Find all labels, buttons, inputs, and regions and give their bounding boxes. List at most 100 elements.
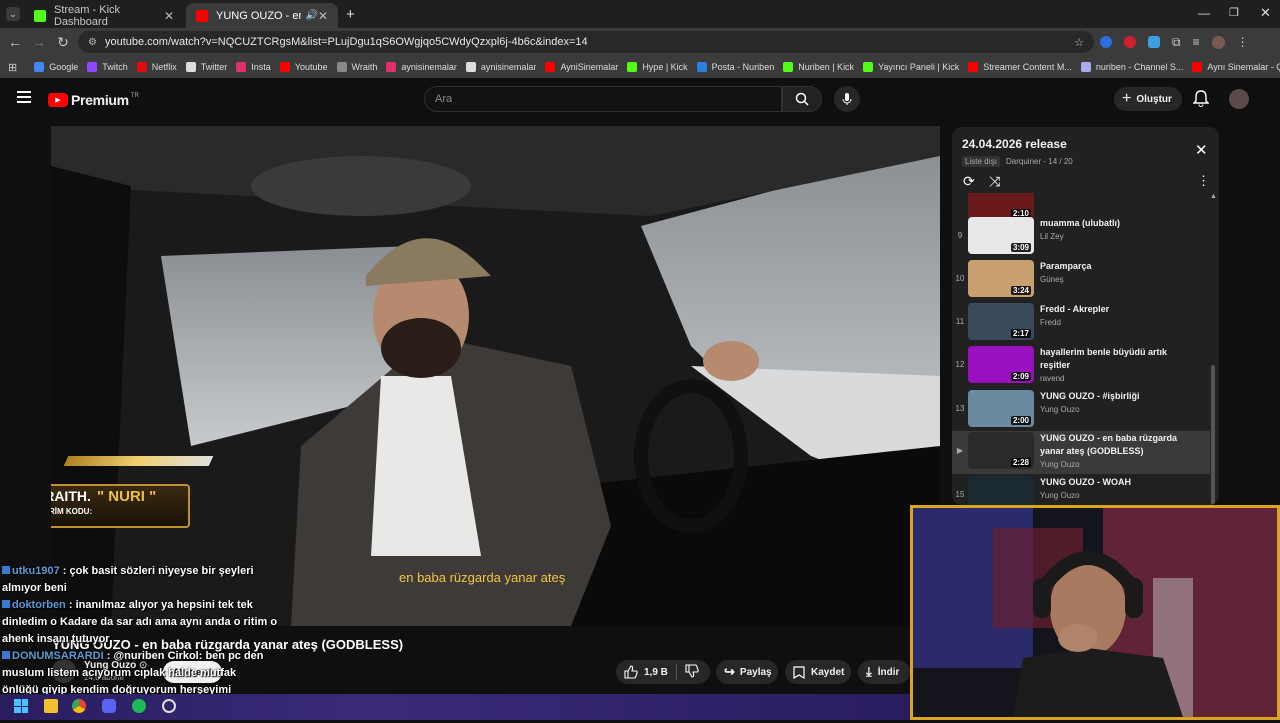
playlist-item-title: muamma (ulubatlı) [1040, 218, 1121, 228]
search-button[interactable] [782, 86, 822, 112]
thumbnail[interactable]: 2:00 [968, 390, 1034, 427]
new-tab-button[interactable]: + [346, 6, 355, 23]
bookmark-item[interactable]: Youtube [279, 62, 328, 72]
dislike-button[interactable] [685, 663, 699, 681]
scroll-up-icon[interactable]: ▲ [1210, 193, 1217, 200]
unlisted-badge: Liste dışı [962, 156, 1001, 167]
like-button[interactable]: 1,9 B [616, 665, 668, 679]
bookmark-item[interactable]: Aynı Sinemalar - Ça... [1192, 62, 1280, 72]
youtube-premium-logo[interactable]: ▶ Premium TR [48, 92, 139, 108]
bookmark-favicon-icon [34, 62, 45, 72]
thumbnail[interactable]: 2:09 [968, 346, 1034, 383]
reload-button[interactable]: ↻ [52, 31, 74, 53]
bookmark-item[interactable]: aynisinemalar [465, 62, 537, 72]
tab-search-icon[interactable]: ⌄ [6, 7, 20, 21]
bookmark-item[interactable]: Nuriben | Kick [783, 62, 854, 72]
more-options-icon[interactable]: ⋮ [1197, 173, 1210, 189]
close-icon[interactable]: ✕ [318, 9, 328, 23]
close-icon[interactable]: ✕ [164, 9, 174, 23]
bookmark-item[interactable]: Google [34, 62, 78, 72]
tab-kick-dashboard[interactable]: Stream - Kick Dashboard ✕ [24, 3, 184, 28]
voice-search-button[interactable] [834, 86, 860, 112]
shield-icon[interactable] [1148, 36, 1160, 48]
playlist-item-channel: Yung Ouzo [1040, 405, 1080, 414]
playlist-scrollbar[interactable] [1211, 365, 1215, 505]
bookmark-item[interactable]: Twitch [87, 62, 128, 72]
chat-message: : inanılmaz alıyor ya hepsini tek tek [68, 599, 253, 611]
address-bar[interactable]: ⚙ youtube.com/watch?v=NQCUZTCRgsM&list=P… [78, 31, 1094, 53]
bookmark-item[interactable]: Yayıncı Paneli | Kick [863, 62, 959, 72]
bookmark-item[interactable]: Netflix [136, 62, 177, 72]
duration: 2:17 [1010, 329, 1031, 338]
chrome-icon[interactable] [72, 699, 86, 713]
file-explorer-icon[interactable] [44, 699, 58, 713]
windows-start-icon[interactable] [14, 699, 28, 713]
shuffle-icon[interactable]: ⤨ [989, 173, 1000, 190]
bookmark-item[interactable]: Streamer Content M... [968, 62, 1072, 72]
minimize-button[interactable]: — [1198, 6, 1210, 20]
site-info-icon[interactable]: ⚙ [88, 37, 97, 48]
share-button[interactable]: ↪ Paylaş [716, 660, 778, 684]
account-avatar[interactable] [1229, 89, 1249, 109]
playlist-item-channel: Yung Ouzo [1040, 491, 1080, 500]
chat-username[interactable]: utku1907 [12, 565, 60, 577]
playlist-item[interactable]: 15 YUNG OUZO - WOAH Yung Ouzo [952, 475, 1210, 505]
chat-username[interactable]: doktorben [12, 599, 66, 611]
playlist-item[interactable]: 9 3:09 muamma (ulubatlı) Lil Zey [952, 216, 1210, 259]
chat-username[interactable]: DONUMSARARDI [12, 650, 104, 662]
thumbnail[interactable]: 3:24 [968, 260, 1034, 297]
extension-icon[interactable] [1100, 36, 1112, 48]
speaker-icon[interactable]: 🔊 [305, 10, 317, 21]
hamburger-menu-icon[interactable] [17, 91, 31, 103]
spotify-icon[interactable] [132, 699, 146, 713]
bookmark-item[interactable]: Insta [236, 62, 271, 72]
notifications-bell-icon[interactable] [1192, 89, 1210, 112]
url-text[interactable]: youtube.com/watch?v=NQCUZTCRgsM&list=PLu… [105, 36, 588, 48]
profile-avatar[interactable] [1211, 35, 1225, 49]
save-button[interactable]: Kaydet [785, 660, 851, 684]
thumbnail[interactable] [968, 476, 1034, 505]
forward-button[interactable]: → [28, 31, 50, 53]
loop-icon[interactable]: ⟳ [963, 173, 975, 190]
video-player[interactable]: WRAITH. " NURI " İNDİRİM KODU: en baba r… [51, 126, 940, 626]
playlist-item[interactable]: 10 3:24 Paramparça Güneş [952, 259, 1210, 302]
close-icon[interactable]: ✕ [1195, 141, 1208, 159]
bookmark-item[interactable]: nuriben - Channel S... [1080, 62, 1183, 72]
extension-icon[interactable] [1124, 36, 1136, 48]
obs-icon[interactable] [162, 699, 176, 713]
apps-icon[interactable]: ⊞ [8, 61, 17, 74]
sponsor-code: " NURI " [97, 488, 157, 505]
discord-icon[interactable] [102, 699, 116, 713]
back-button[interactable]: ← [4, 31, 26, 53]
media-icon[interactable]: ≡ [1193, 35, 1200, 49]
tab-youtube[interactable]: YUNG OUZO - en baba rüz 🔊 ✕ [186, 3, 338, 28]
playlist-item-index: 15 [955, 490, 965, 499]
thumbnail[interactable]: 2:28 [968, 432, 1034, 469]
playlist-item[interactable]: 13 2:00 YUNG OUZO - #işbirliği Yung Ouzo [952, 389, 1210, 432]
search-input[interactable]: Ara [424, 86, 782, 112]
bookmark-item[interactable]: Wraith [336, 62, 377, 72]
bookmark-item[interactable]: AyniSinemalar [545, 62, 618, 72]
thumbs-up-icon [624, 665, 638, 679]
bookmark-label: aynisinemalar [480, 62, 537, 72]
thumbs-down-icon [685, 663, 699, 678]
window-close-button[interactable]: ✕ [1260, 5, 1271, 21]
bookmark-favicon-icon [696, 62, 707, 72]
thumbnail[interactable]: 3:09 [968, 217, 1034, 254]
maximize-button[interactable]: ❐ [1229, 6, 1239, 19]
bookmark-item[interactable]: Twitter [185, 62, 227, 72]
create-button[interactable]: + Oluştur [1114, 87, 1182, 111]
bookmark-item[interactable]: Hype | Kick [627, 62, 688, 72]
menu-icon[interactable]: ⋮ [1237, 35, 1249, 49]
puzzle-icon[interactable]: ⧉ [1172, 35, 1181, 50]
video-frame [51, 126, 940, 626]
playlist-item[interactable]: ▶ 2:28 YUNG OUZO - en baba rüzgarda yanar … [952, 431, 1210, 474]
playlist-item[interactable]: 12 2:09 hayallerim benle büyüdü artık reşi… [952, 345, 1210, 388]
bookmark-item[interactable]: Posta - Nuriben [696, 62, 774, 72]
bookmark-item[interactable]: aynisinemalar [386, 62, 457, 72]
thumbnail[interactable]: 2:17 [968, 303, 1034, 340]
download-button[interactable]: ⤓ İndir [858, 660, 910, 684]
bookmark-star-icon[interactable]: ☆ [1074, 36, 1084, 49]
playlist-item[interactable]: 11 2:17 Fredd - Akrepler Fredd [952, 302, 1210, 345]
playlist-panel: 24.04.2026 release Liste dışı Darquiner … [952, 127, 1219, 505]
